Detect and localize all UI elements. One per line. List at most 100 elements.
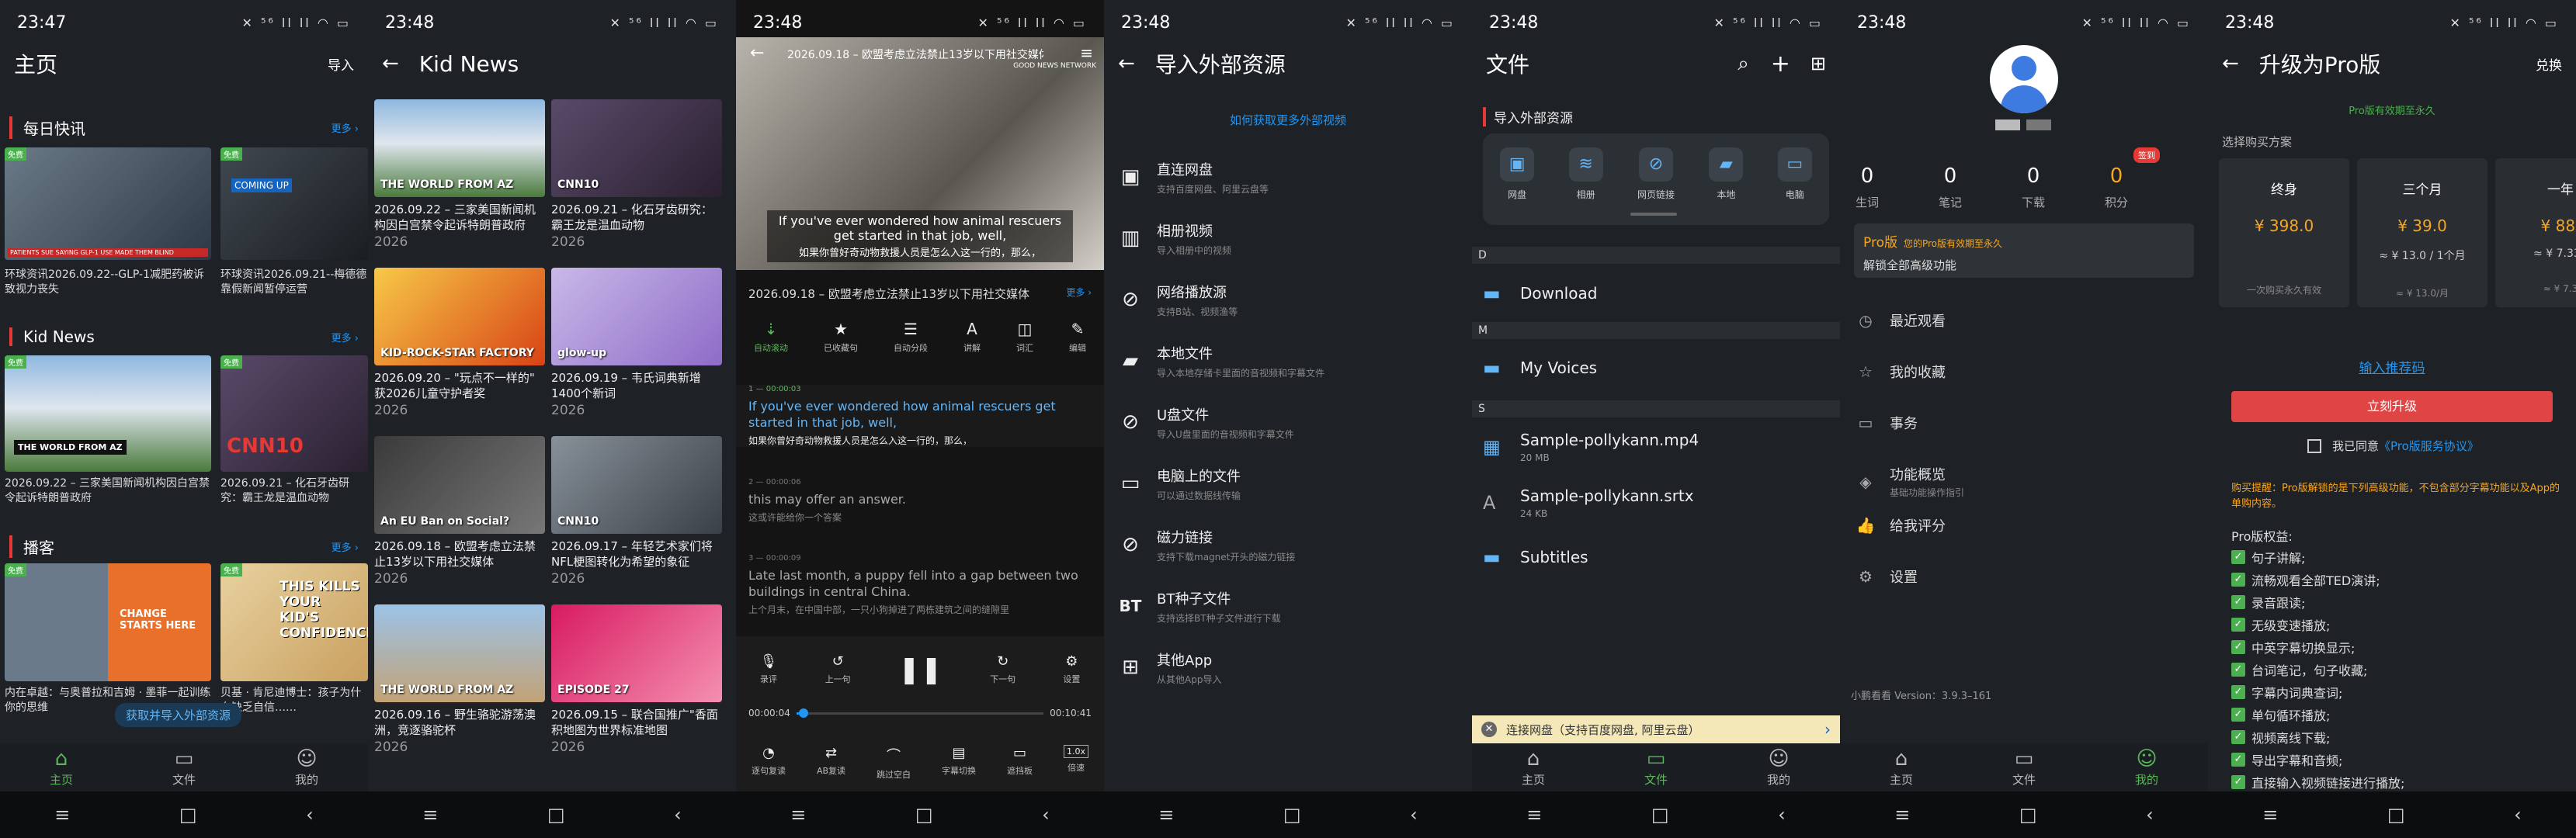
menu-icon[interactable]: ≡ xyxy=(790,804,806,826)
source-shortcut[interactable]: ▣ 网盘 xyxy=(1500,147,1535,201)
avatar[interactable] xyxy=(1990,45,2058,113)
video-thumb[interactable]: 免费 THE WORLD FROM AZ xyxy=(5,355,211,472)
control-button[interactable]: ❚❚ xyxy=(898,654,943,685)
back-arrow-icon[interactable]: ← xyxy=(2222,52,2239,75)
tool-button[interactable]: ✎ 编辑 xyxy=(1069,320,1086,354)
menu-icon[interactable]: ≡ xyxy=(1080,43,1093,62)
tab-home[interactable]: ⌂ 主页 xyxy=(1890,748,1913,788)
video-thumb[interactable]: 免费 PATIENTS SUE SAYING GLP-1 USE MADE THE… xyxy=(5,147,211,260)
checkin-badge[interactable]: 签到 xyxy=(2133,147,2160,163)
control-button[interactable]: ⚙ 设置 xyxy=(1063,653,1080,685)
help-link[interactable]: 如何获取更多外部视频 xyxy=(1104,112,1472,128)
import-source-item[interactable]: BT BT种子文件 支持选择BT种子文件进行下载 xyxy=(1104,584,1472,628)
source-shortcut[interactable]: ⊘ 网页链接 xyxy=(1637,147,1675,201)
pro-card[interactable]: Pro版 您的Pro版有效期至永久 解锁全部高级功能 xyxy=(1854,223,2194,278)
seek-bar[interactable] xyxy=(796,708,1044,718)
tool-button[interactable]: ◫ 词汇 xyxy=(1016,320,1033,354)
more-link[interactable]: 更多 › xyxy=(1066,286,1092,302)
tab-home[interactable]: ⌂ 主页 xyxy=(1522,748,1545,788)
control-button[interactable]: ↺ 上一句 xyxy=(825,653,851,685)
home-nav-icon[interactable]: □ xyxy=(1651,804,1669,826)
video-thumb[interactable]: 免费 CHANGE STARTS HERE xyxy=(5,563,211,681)
control-button[interactable]: 🎙 录评 xyxy=(760,653,778,685)
video-player[interactable]: ← 2026.09.18 – 欧盟考虑立法禁止13岁以下用社交媒体 ≡ GOOD… xyxy=(736,37,1104,270)
menu-item[interactable]: ▭ 事务 xyxy=(1854,413,1918,433)
stat-item[interactable]: 0 下载 xyxy=(1998,164,2068,210)
import-source-item[interactable]: ▥ 相册视频 导入相册中的视频 xyxy=(1104,216,1472,260)
home-nav-icon[interactable]: □ xyxy=(2019,804,2037,826)
menu-item[interactable]: ⚙ 设置 xyxy=(1854,566,1918,587)
stat-item[interactable]: 0 生词 xyxy=(1840,164,1902,210)
bottom-tool[interactable]: ⌒ 跳过空白 xyxy=(877,745,911,781)
more-link[interactable]: 更多 › xyxy=(332,330,359,345)
agree-checkbox[interactable] xyxy=(2307,438,2321,453)
file-row[interactable]: ▦ Sample-pollykann.mp4 20 MB xyxy=(1472,425,1840,469)
bottom-tool[interactable]: ▭ 遮挡板 xyxy=(1007,745,1033,781)
back-nav-icon[interactable]: ‹ xyxy=(2514,804,2522,826)
terms-link[interactable]: 《Pro版服务协议》 xyxy=(2379,438,2479,454)
news-card[interactable]: THE WORLD FROM AZ 2026.09.16 – 野生骆驼游荡澳洲，竞… xyxy=(374,604,545,755)
bottom-tool[interactable]: ◔ 逐句复读 xyxy=(752,745,786,781)
video-thumb[interactable]: 免费 COMING UP xyxy=(220,147,368,260)
import-source-item[interactable]: ⊘ 磁力链接 支持下载magnet开头的磁力链接 xyxy=(1104,523,1472,566)
tab-file[interactable]: ▭ 文件 xyxy=(2012,748,2036,788)
import-source-item[interactable]: ⊘ U盘文件 导入U盘里面的音视频和字幕文件 xyxy=(1104,400,1472,444)
import-button[interactable]: 导入 xyxy=(328,54,354,74)
menu-item[interactable]: 👍 给我评分 xyxy=(1854,515,1946,535)
news-card[interactable]: CNN10 2026.09.17 – 年轻艺术家们将NFL梗图转化为希望的象征 20… xyxy=(551,436,722,587)
menu-icon[interactable]: ≡ xyxy=(422,804,438,826)
back-nav-icon[interactable]: ‹ xyxy=(674,804,682,826)
back-nav-icon[interactable]: ‹ xyxy=(2146,804,2154,826)
stat-item[interactable]: 0 笔记 xyxy=(1915,164,1985,210)
source-shortcut[interactable]: ▭ 电脑 xyxy=(1777,147,1812,201)
tab-mine[interactable]: ☺ 我的 xyxy=(2135,748,2158,788)
plan-card[interactable]: 终身 ¥ 398.0 一次购买永久有效 xyxy=(2219,158,2349,307)
news-card[interactable]: EPISODE 27 2026.09.15 – 联合国推广"香面积地图为世界标准地… xyxy=(551,604,722,755)
menu-item[interactable]: ☆ 我的收藏 xyxy=(1854,362,1946,382)
back-nav-icon[interactable]: ‹ xyxy=(306,804,314,826)
news-card[interactable]: THE WORLD FROM AZ 2026.09.22 – 三家美国新闻机构因白… xyxy=(374,99,545,250)
file-row[interactable]: ▬ My Voices xyxy=(1472,346,1840,390)
more-link[interactable]: 更多 › xyxy=(332,120,359,135)
home-nav-icon[interactable]: □ xyxy=(915,804,933,826)
tool-button[interactable]: ☰ 自动分段 xyxy=(894,320,928,354)
bottom-tool[interactable]: ⇄ AB复读 xyxy=(817,745,845,781)
home-nav-icon[interactable]: □ xyxy=(547,804,565,826)
new-folder-icon[interactable]: ⊞ xyxy=(1810,53,1826,74)
menu-icon[interactable]: ≡ xyxy=(1526,804,1542,826)
referral-code-link[interactable]: 输入推荐码 xyxy=(2208,357,2576,376)
news-card[interactable]: CNN10 2026.09.21 – 化石牙齿研究：霸王龙是温血动物 2026 xyxy=(551,99,722,250)
menu-item[interactable]: ◷ 最近观看 xyxy=(1854,310,1946,331)
import-toast[interactable]: 获取并导入外部资源 xyxy=(115,703,242,727)
home-nav-icon[interactable]: □ xyxy=(179,804,197,826)
plan-card[interactable]: 三个月 ¥ 39.0 ≈ ¥ 13.0 / 1个月 ≈ ¥ 13.0/月 xyxy=(2357,158,2487,307)
menu-icon[interactable]: ≡ xyxy=(1894,804,1910,826)
tool-button[interactable]: A 讲解 xyxy=(963,320,981,354)
news-card[interactable]: An EU Ban on Social? 2026.09.18 – 欧盟考虑立法禁… xyxy=(374,436,545,587)
back-nav-icon[interactable]: ‹ xyxy=(1410,804,1418,826)
search-icon[interactable]: ⌕ xyxy=(1738,52,1749,76)
subtitle-line[interactable]: 1 — 00:00:03 If you've ever wondered how … xyxy=(736,385,1104,447)
back-nav-icon[interactable]: ‹ xyxy=(1778,804,1786,826)
menu-icon[interactable]: ≡ xyxy=(1158,804,1174,826)
import-source-item[interactable]: ⊞ 其他App 从其他App导入 xyxy=(1104,646,1472,689)
import-source-item[interactable]: ⊘ 网络播放源 支持B站、视频渔等 xyxy=(1104,278,1472,321)
tab-mine[interactable]: ☺ 我的 xyxy=(1767,748,1790,788)
home-nav-icon[interactable]: □ xyxy=(2387,804,2405,826)
file-row[interactable]: A Sample-pollykann.srtx 24 KB xyxy=(1472,481,1840,525)
plan-card[interactable]: 一年 ¥ 88. ≈ ¥ 7.33 / ≈ ¥ 7.3 xyxy=(2495,158,2576,307)
menu-icon[interactable]: ≡ xyxy=(2262,804,2278,826)
back-arrow-icon[interactable]: ← xyxy=(750,43,764,63)
seek-handle[interactable] xyxy=(799,708,809,718)
cloud-banner[interactable]: ✕ 连接网盘（支持百度网盘, 阿里云盘） › xyxy=(1472,715,1840,743)
close-icon[interactable]: ✕ xyxy=(1481,722,1497,737)
more-link[interactable]: 更多 › xyxy=(332,539,359,554)
back-nav-icon[interactable]: ‹ xyxy=(1042,804,1050,826)
news-card[interactable]: glow-up 2026.09.19 – 韦氏词典新增1400个新词 2026 xyxy=(551,268,722,418)
back-arrow-icon[interactable]: ← xyxy=(382,52,399,75)
file-row[interactable]: ▬ Download xyxy=(1472,272,1840,315)
import-source-item[interactable]: ▭ 电脑上的文件 可以通过数据线传输 xyxy=(1104,462,1472,505)
source-shortcut[interactable]: ▰ 本地 xyxy=(1709,147,1744,201)
video-thumb[interactable]: 免费 THIS KILLS YOUR KID'S CONFIDENCE xyxy=(220,563,368,681)
menu-icon[interactable]: ≡ xyxy=(54,804,70,826)
